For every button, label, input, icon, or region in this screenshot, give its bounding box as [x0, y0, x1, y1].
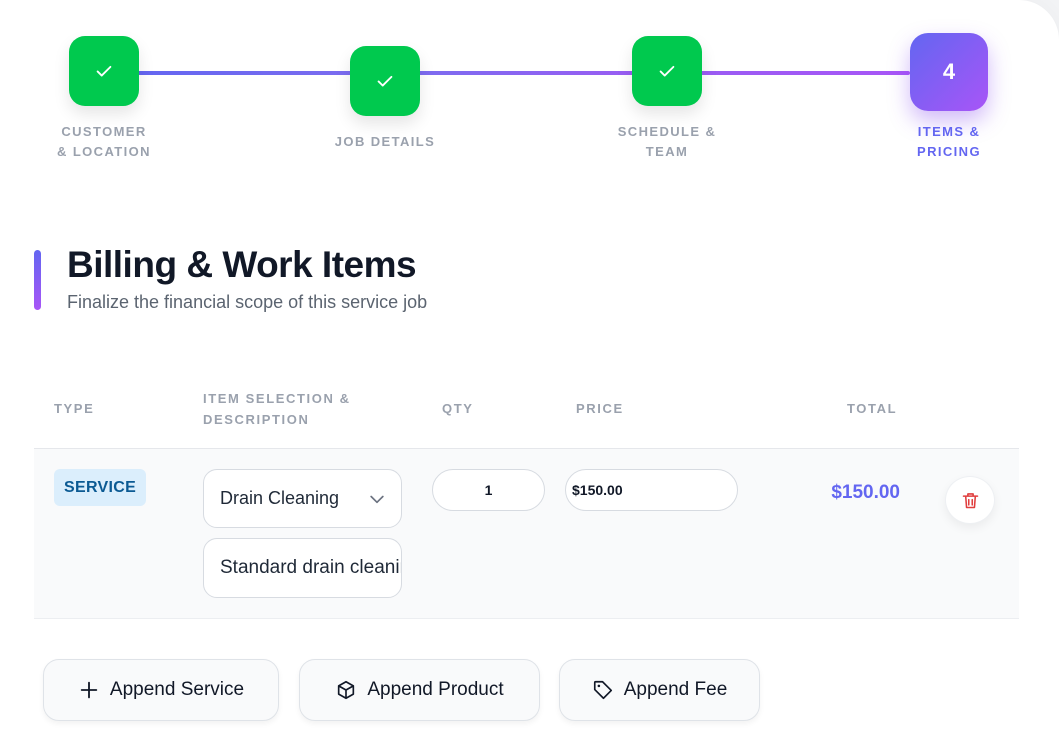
item-select-value: Drain Cleaning	[220, 488, 340, 508]
column-header-qty: Qty	[442, 401, 474, 416]
tag-icon	[593, 680, 612, 700]
append-fee-label: Append Fee	[623, 679, 728, 700]
type-badge: SERVICE	[54, 469, 147, 506]
wizard-card: Customer & Location Job Details Schedule…	[0, 0, 1059, 735]
step-2-label: Job Details	[334, 134, 436, 149]
chevron-down-icon	[370, 495, 384, 503]
package-box-icon	[338, 680, 355, 700]
quantity-input[interactable]: 1	[432, 469, 545, 511]
description-input[interactable]: Standard drain cleaning	[203, 538, 402, 598]
step-4-label: Items & Pricing	[917, 124, 981, 159]
step-connector	[698, 71, 910, 75]
trash-icon	[962, 492, 978, 508]
section-accent-bar	[34, 250, 41, 310]
append-service-button[interactable]: Append Service	[43, 659, 279, 721]
check-icon	[659, 65, 675, 77]
step-1-label: Customer & Location	[57, 124, 151, 159]
column-header-item: Item Selection & Description	[203, 391, 351, 427]
progress-stepper: Customer & Location Job Details Schedule…	[0, 0, 1059, 180]
step-connector	[130, 71, 360, 75]
row-total: $150.00	[831, 482, 900, 503]
append-fee-button[interactable]: Append Fee	[559, 659, 760, 721]
page-subtitle: Finalize the financial scope of this ser…	[67, 292, 428, 312]
step-2-job-details[interactable]	[350, 46, 420, 116]
step-number: 4	[942, 59, 956, 84]
column-header-price: Price	[576, 401, 624, 416]
page-title: Billing & Work Items	[67, 244, 417, 285]
step-connector	[415, 71, 640, 75]
plus-icon	[80, 681, 98, 699]
step-1-customer-location[interactable]	[69, 36, 139, 106]
step-3-label: Schedule & Team	[617, 124, 717, 159]
delete-row-button[interactable]	[945, 476, 995, 524]
append-product-button[interactable]: Append Product	[299, 659, 540, 721]
price-input[interactable]: $150.00	[565, 469, 738, 511]
step-3-schedule-team[interactable]	[632, 36, 702, 106]
column-header-type: Type	[54, 401, 95, 416]
item-select[interactable]: Drain Cleaning	[203, 469, 402, 528]
check-icon	[96, 65, 112, 77]
append-product-label: Append Product	[367, 679, 504, 700]
column-header-total: Total	[847, 401, 898, 416]
check-icon	[377, 75, 393, 87]
append-service-label: Append Service	[109, 679, 245, 700]
step-4-items-pricing[interactable]: 4	[910, 33, 988, 111]
